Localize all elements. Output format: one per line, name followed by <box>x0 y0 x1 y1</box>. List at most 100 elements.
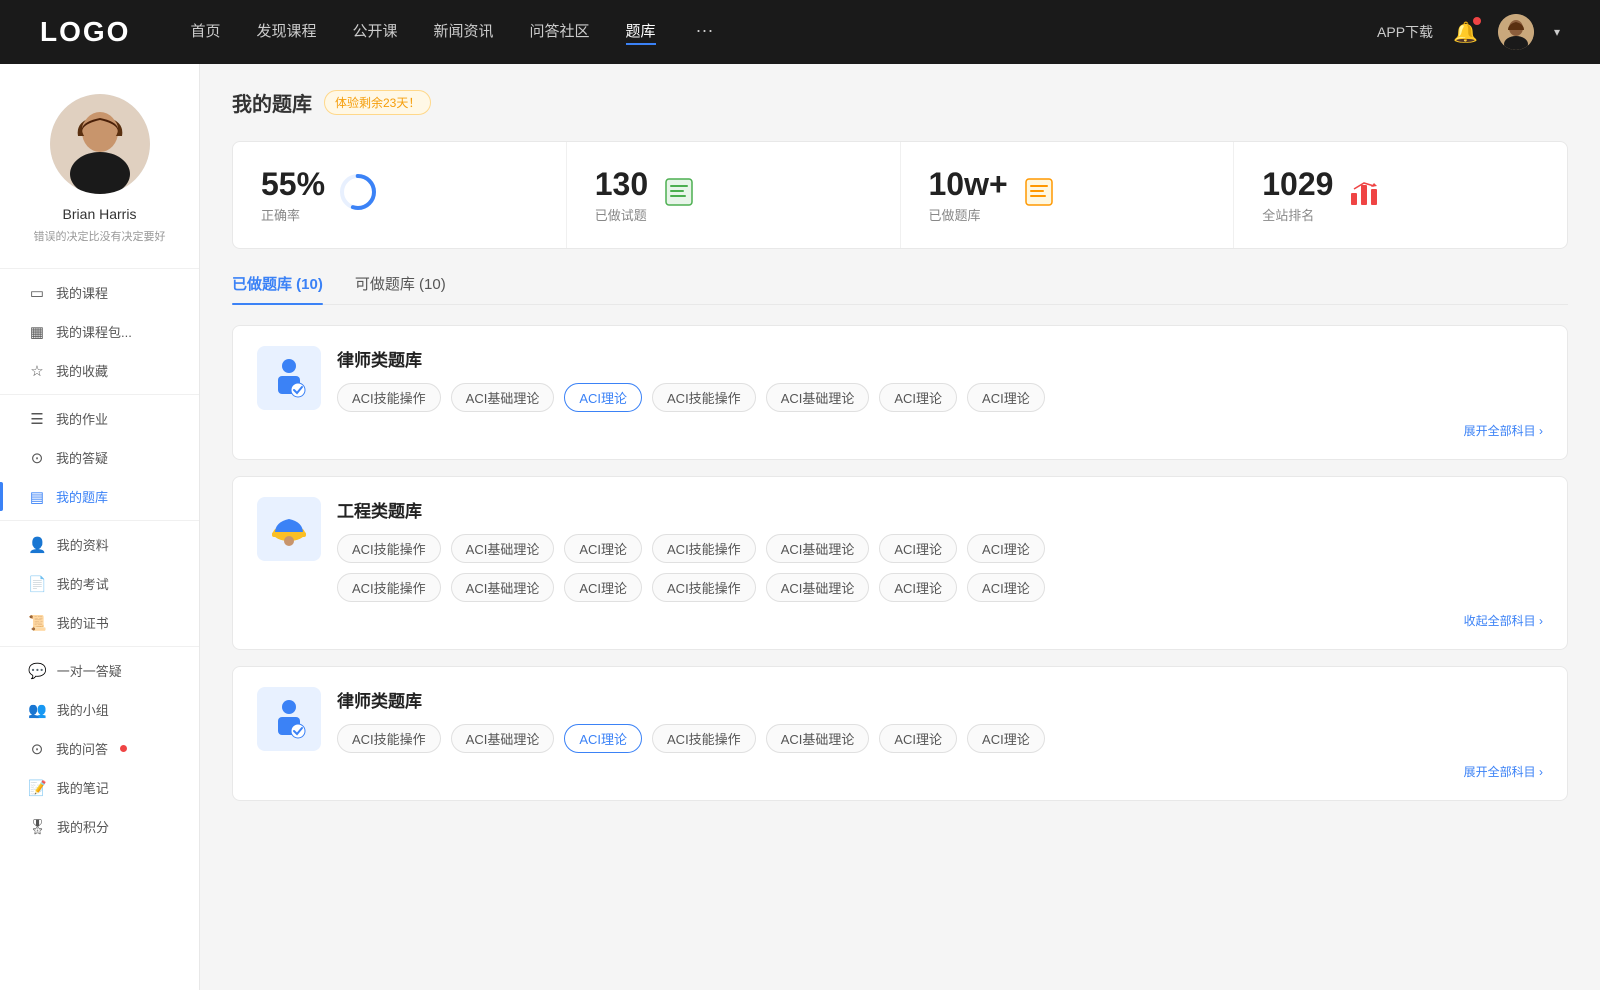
sidebar-item-questions[interactable]: ⊙ 我的答疑 <box>0 438 199 477</box>
notification-badge <box>1473 17 1481 25</box>
sidebar-item-label: 我的题库 <box>56 487 108 506</box>
nav-open-course[interactable]: 公开课 <box>352 20 397 45</box>
page-title: 我的题库 <box>232 88 312 117</box>
sidebar-item-label: 我的资料 <box>57 535 109 554</box>
stat-done-banks-value: 10w+ <box>929 166 1008 203</box>
sidebar-item-my-qa[interactable]: ⊙ 我的问答 <box>0 729 199 768</box>
sidebar-item-course-packages[interactable]: ▦ 我的课程包... <box>0 312 199 351</box>
eng-tag-10[interactable]: ACI理论 <box>564 573 642 602</box>
tag-6[interactable]: ACI理论 <box>879 383 957 412</box>
sidebar-item-groups[interactable]: 👥 我的小组 <box>0 690 199 729</box>
eng-tag-13[interactable]: ACI理论 <box>879 573 957 602</box>
eng-tag-14[interactable]: ACI理论 <box>967 573 1045 602</box>
qbank-card-title: 工程类题库 <box>337 497 1543 522</box>
qbank-card-header: 律师类题库 ACI技能操作 ACI基础理论 ACI理论 ACI技能操作 ACI基… <box>257 687 1543 753</box>
law2-tag-7[interactable]: ACI理论 <box>967 724 1045 753</box>
qbank-card-header: 律师类题库 ACI技能操作 ACI基础理论 ACI理论 ACI技能操作 ACI基… <box>257 346 1543 412</box>
homework-icon: ☰ <box>28 410 46 428</box>
eng-tag-5[interactable]: ACI基础理论 <box>766 534 870 563</box>
notification-bell[interactable]: 🔔 <box>1453 20 1478 45</box>
collapse-link-2[interactable]: 收起全部科目 › <box>1464 612 1543 629</box>
tag-1[interactable]: ACI技能操作 <box>337 383 441 412</box>
nav-home[interactable]: 首页 <box>190 20 220 45</box>
qa-red-dot <box>120 745 127 752</box>
eng-tag-6[interactable]: ACI理论 <box>879 534 957 563</box>
sidebar-item-notes[interactable]: 📝 我的笔记 <box>0 768 199 807</box>
tag-3[interactable]: ACI理论 <box>564 383 642 412</box>
sidebar-item-favorites[interactable]: ☆ 我的收藏 <box>0 351 199 390</box>
expand-link-3[interactable]: 展开全部科目 › <box>1464 763 1543 780</box>
app-download-link[interactable]: APP下载 <box>1377 22 1433 42</box>
my-qa-icon: ⊙ <box>28 740 46 758</box>
stat-site-rank-label: 全站排名 <box>1262 205 1333 224</box>
sidebar-item-my-courses[interactable]: ▭ 我的课程 <box>0 273 199 312</box>
sidebar-item-exams[interactable]: 📄 我的考试 <box>0 564 199 603</box>
tag-2[interactable]: ACI基础理论 <box>451 383 555 412</box>
stat-done-questions: 130 已做试题 <box>567 142 901 248</box>
sidebar-divider-top <box>0 268 199 269</box>
sidebar-item-label: 我的收藏 <box>56 361 108 380</box>
avatar-image <box>1498 14 1534 50</box>
eng-tag-12[interactable]: ACI基础理论 <box>766 573 870 602</box>
logo: LOGO <box>40 16 130 48</box>
sidebar-item-label: 我的问答 <box>56 739 108 758</box>
packages-icon: ▦ <box>28 323 46 341</box>
tag-7[interactable]: ACI理论 <box>967 383 1045 412</box>
notes-icon: 📝 <box>28 779 47 797</box>
eng-tag-11[interactable]: ACI技能操作 <box>652 573 756 602</box>
tag-5[interactable]: ACI基础理论 <box>766 383 870 412</box>
nav-discover[interactable]: 发现课程 <box>256 20 316 45</box>
qbank-card-engineer: 工程类题库 ACI技能操作 ACI基础理论 ACI理论 ACI技能操作 ACI基… <box>232 476 1568 650</box>
sidebar-item-tutoring[interactable]: 💬 一对一答疑 <box>0 651 199 690</box>
qbank-icon-engineer <box>257 497 321 561</box>
sidebar-item-label: 我的笔记 <box>57 778 109 797</box>
stat-done-questions-label: 已做试题 <box>595 205 648 224</box>
sidebar-item-qbank[interactable]: ▤ 我的题库 <box>0 477 199 516</box>
eng-tag-8[interactable]: ACI技能操作 <box>337 573 441 602</box>
sidebar-divider-3 <box>0 646 199 647</box>
eng-tag-7[interactable]: ACI理论 <box>967 534 1045 563</box>
qbank-icon-lawyer-2 <box>257 687 321 751</box>
nav-more[interactable]: ··· <box>696 20 714 45</box>
sidebar-item-certificates[interactable]: 📜 我的证书 <box>0 603 199 642</box>
eng-tag-3[interactable]: ACI理论 <box>564 534 642 563</box>
main-content: 我的题库 体验剩余23天！ 55% 正确率 <box>200 64 1600 990</box>
courses-icon: ▭ <box>28 284 46 302</box>
stat-accuracy-label: 正确率 <box>261 205 325 224</box>
tab-done-banks[interactable]: 已做题库 (10) <box>232 273 323 304</box>
sidebar-item-label: 我的答疑 <box>56 448 108 467</box>
law2-tag-6[interactable]: ACI理论 <box>879 724 957 753</box>
law2-tag-5[interactable]: ACI基础理论 <box>766 724 870 753</box>
eng-tag-9[interactable]: ACI基础理论 <box>451 573 555 602</box>
qbank-card-tags-3: ACI技能操作 ACI基础理论 ACI理论 ACI技能操作 ACI基础理论 AC… <box>337 724 1543 753</box>
eng-tag-2[interactable]: ACI基础理论 <box>451 534 555 563</box>
groups-icon: 👥 <box>28 701 47 719</box>
tabs-row: 已做题库 (10) 可做题库 (10) <box>232 273 1568 305</box>
law2-tag-3[interactable]: ACI理论 <box>564 724 642 753</box>
expand-link-1[interactable]: 展开全部科目 › <box>1464 422 1543 439</box>
qbank-card-info: 律师类题库 ACI技能操作 ACI基础理论 ACI理论 ACI技能操作 ACI基… <box>337 687 1543 753</box>
law2-tag-2[interactable]: ACI基础理论 <box>451 724 555 753</box>
nav-qa[interactable]: 问答社区 <box>530 20 590 45</box>
qbank-card-lawyer-1: 律师类题库 ACI技能操作 ACI基础理论 ACI理论 ACI技能操作 ACI基… <box>232 325 1568 460</box>
star-icon: ☆ <box>28 362 46 380</box>
sidebar-item-profile[interactable]: 👤 我的资料 <box>0 525 199 564</box>
law2-tag-1[interactable]: ACI技能操作 <box>337 724 441 753</box>
sidebar-item-homework[interactable]: ☰ 我的作业 <box>0 399 199 438</box>
law2-tag-4[interactable]: ACI技能操作 <box>652 724 756 753</box>
qbank-icon-lawyer <box>257 346 321 410</box>
tag-4[interactable]: ACI技能操作 <box>652 383 756 412</box>
avatar-chevron[interactable]: ▾ <box>1554 25 1560 39</box>
user-avatar[interactable] <box>1498 14 1534 50</box>
sidebar-item-label: 我的课程 <box>56 283 108 302</box>
sidebar-user-avatar[interactable] <box>50 94 150 194</box>
tab-available-banks[interactable]: 可做题库 (10) <box>355 273 446 304</box>
sidebar-item-points[interactable]: 🎖 我的积分 <box>0 807 199 846</box>
sidebar: Brian Harris 错误的决定比没有决定要好 ▭ 我的课程 ▦ 我的课程包… <box>0 64 200 990</box>
nav-news[interactable]: 新闻资讯 <box>434 20 494 45</box>
qbank-icon: ▤ <box>28 488 46 506</box>
nav-qbank[interactable]: 题库 <box>626 20 656 45</box>
qbank-card-title-3: 律师类题库 <box>337 687 1543 712</box>
eng-tag-1[interactable]: ACI技能操作 <box>337 534 441 563</box>
eng-tag-4[interactable]: ACI技能操作 <box>652 534 756 563</box>
